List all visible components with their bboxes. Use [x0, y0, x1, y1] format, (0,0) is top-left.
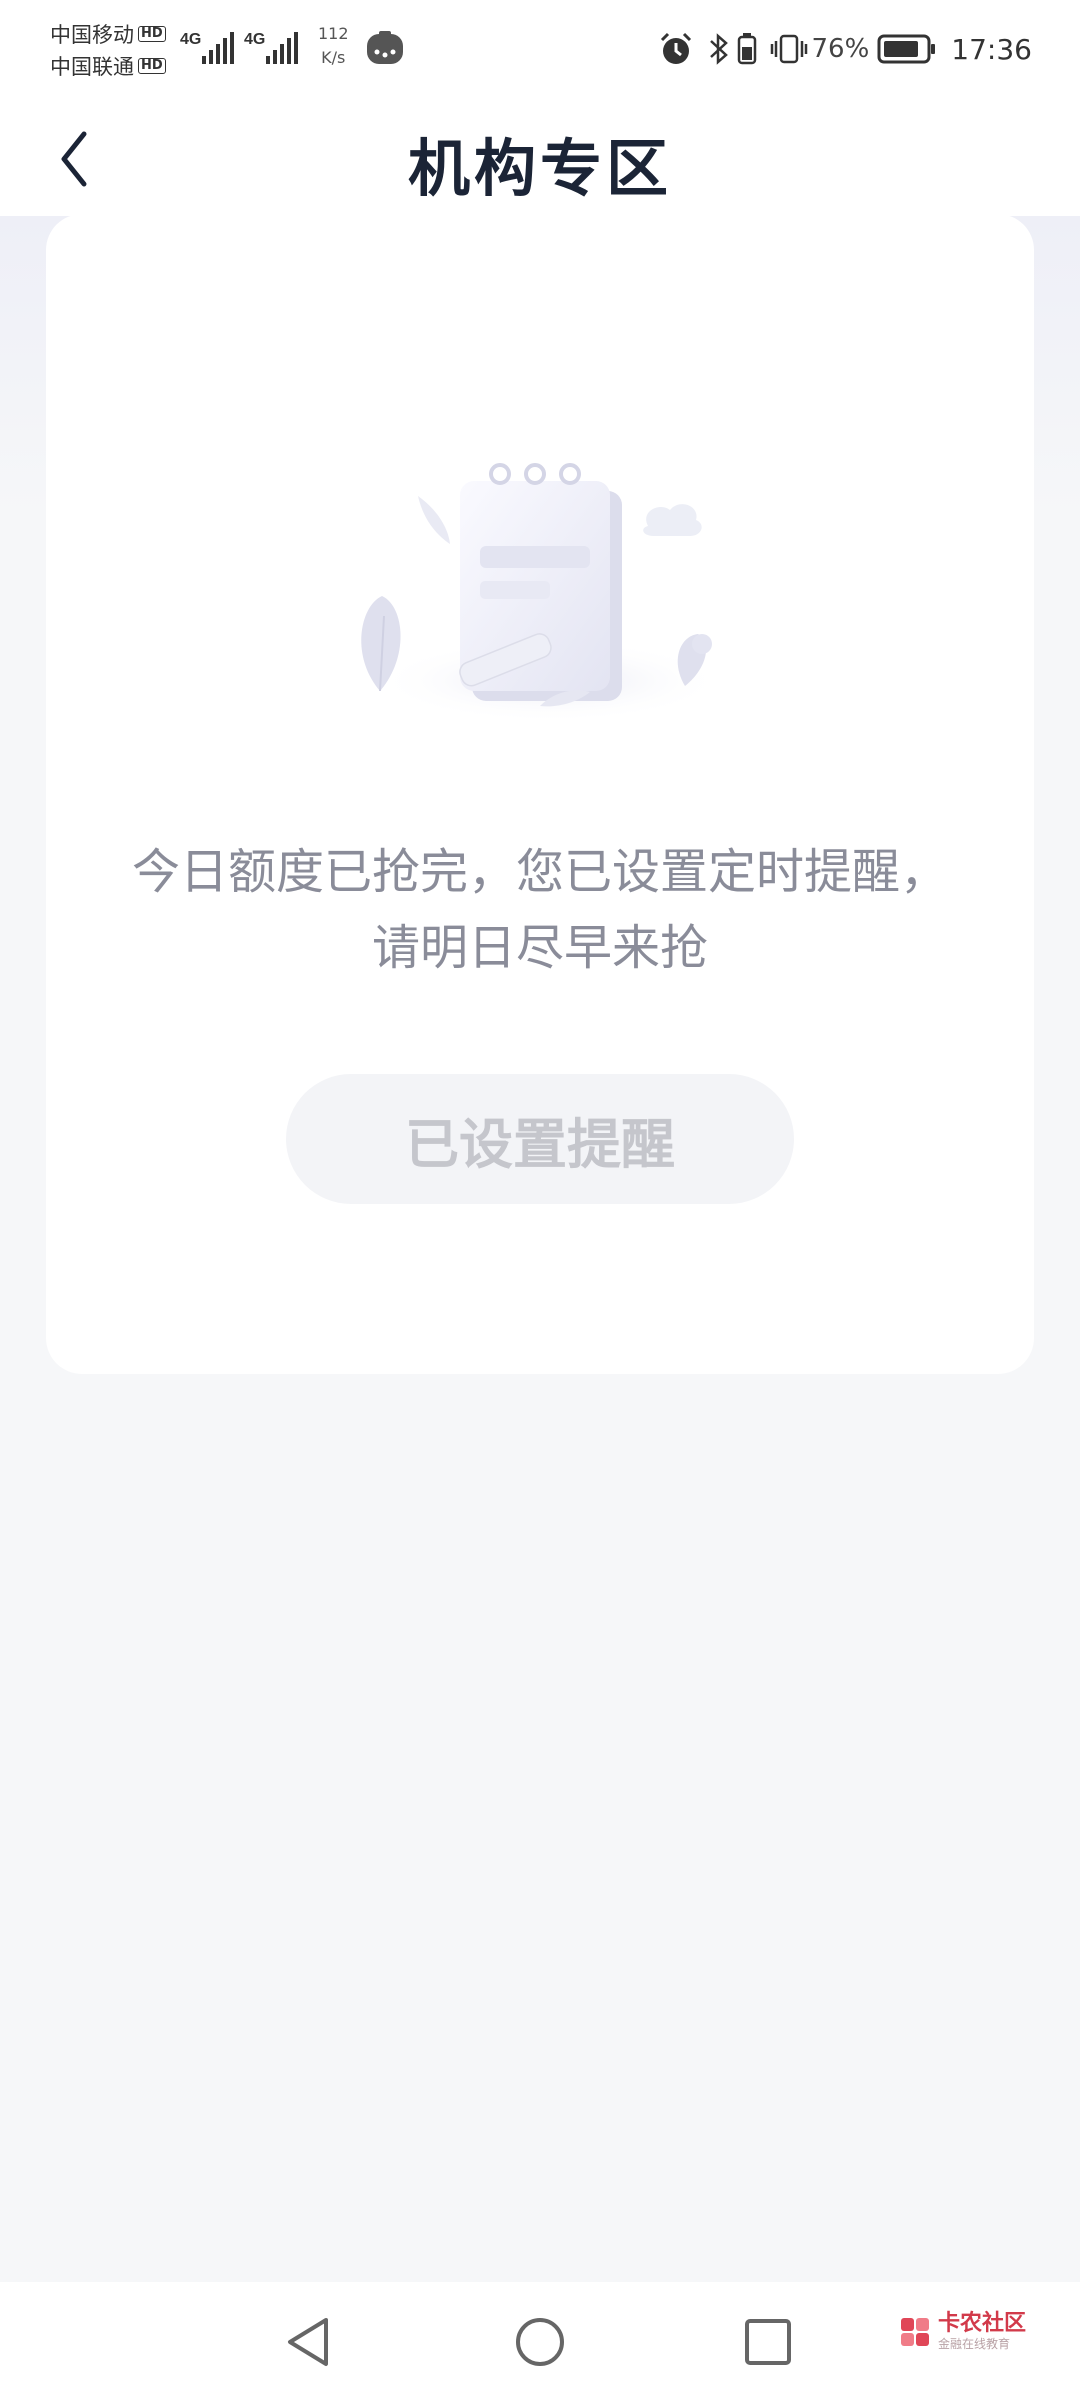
app-notification-icon [367, 31, 403, 64]
status-bar: 中国移动 HD 中国联通 HD 4G 4G 112 K/s 76% 17:36 [0, 0, 1080, 100]
hd-badge-1: HD [138, 26, 166, 42]
vibrate-icon [770, 34, 807, 64]
system-navigation-bar: 卡农社区 金融在线教育 [0, 2282, 1080, 2400]
empty-notepad-illustration [361, 463, 725, 723]
square-recents-icon[interactable] [738, 2312, 798, 2372]
battery-icon [877, 34, 936, 64]
signal-icon-1: 4G [180, 31, 234, 64]
network-speed-value: 112 [318, 24, 349, 43]
kanong-logo-icon [901, 2318, 929, 2346]
empty-state-card: 今日额度已抢完，您已设置定时提醒， 请明日尽早来抢 已设置提醒 [46, 214, 1034, 1374]
watermark-subtitle: 金融在线教育 [938, 2337, 1011, 2351]
reminder-set-button[interactable]: 已设置提醒 [286, 1074, 794, 1204]
carrier-name-2: 中国联通 [50, 55, 134, 79]
header-bar: 机构专区 [0, 100, 1080, 216]
battery-saver-icon [737, 33, 756, 65]
net-type-1: 4G [180, 31, 201, 48]
circle-home-icon[interactable] [510, 2312, 570, 2372]
hd-badge-2: HD [138, 58, 166, 74]
carrier-name-1: 中国移动 [50, 23, 134, 47]
network-speed-unit: K/s [321, 48, 346, 67]
page-title: 机构专区 [407, 132, 672, 205]
net-type-2: 4G [244, 31, 265, 48]
carrier-line-2: 中国联通 HD [50, 50, 166, 82]
watermark: 卡农社区 金融在线教育 [898, 2312, 1026, 2352]
clock-time: 17:36 [951, 32, 1032, 66]
message-line-2: 请明日尽早来抢 [371, 920, 708, 976]
bluetooth-icon [709, 33, 728, 65]
message-line-1: 今日额度已抢完，您已设置定时提醒， [131, 844, 948, 900]
signal-icon-2: 4G [244, 31, 298, 64]
network-speed: 112 K/s [318, 22, 349, 70]
carrier-line-1: 中国移动 HD [50, 18, 166, 50]
alarm-icon [660, 32, 691, 64]
watermark-title: 卡农社区 [938, 2311, 1027, 2336]
triangle-back-icon[interactable] [280, 2312, 340, 2372]
battery-percentage: 76% [811, 34, 870, 64]
status-icons: 76% 17:36 [658, 26, 1032, 72]
carrier-info: 中国移动 HD 中国联通 HD [50, 18, 166, 82]
watermark-text: 卡农社区 金融在线教育 [938, 2312, 1026, 2352]
empty-state-message: 今日额度已抢完，您已设置定时提醒， 请明日尽早来抢 [46, 834, 1034, 986]
